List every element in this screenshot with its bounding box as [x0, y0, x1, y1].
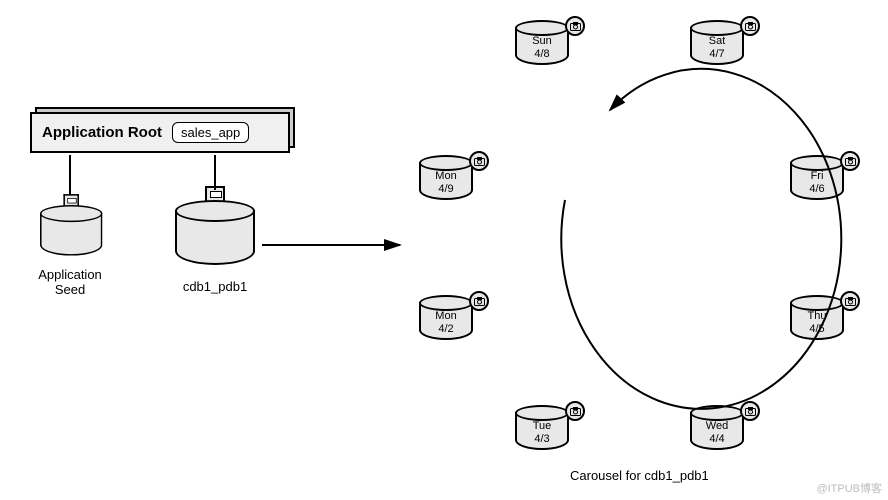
- carousel-arc-arrow: [561, 69, 841, 409]
- watermark-label: @ITPUB博客: [816, 480, 882, 496]
- app-name-badge: sales_app: [172, 122, 249, 143]
- carousel-node-sun: Sun4/8: [515, 20, 569, 68]
- cdb1-pdb1-db-icon: [175, 200, 255, 270]
- application-seed-db-icon: [40, 205, 102, 260]
- carousel-caption: Carousel for cdb1_pdb1: [570, 468, 709, 483]
- diagram-stage: Application Root sales_app Application S…: [0, 0, 888, 500]
- camera-icon: [740, 16, 760, 36]
- arrows-layer: [0, 0, 888, 500]
- camera-icon: [740, 401, 760, 421]
- carousel-node-mon9: Mon4/9: [419, 155, 473, 203]
- carousel-node-wed: Wed4/4: [690, 405, 744, 453]
- camera-icon: [469, 151, 489, 171]
- camera-icon: [840, 151, 860, 171]
- camera-icon: [565, 401, 585, 421]
- camera-icon: [469, 291, 489, 311]
- carousel-node-mon2: Mon4/2: [419, 295, 473, 343]
- camera-icon: [565, 16, 585, 36]
- application-root-label: Application Root: [42, 124, 162, 141]
- application-seed-label: Application Seed: [10, 268, 130, 298]
- carousel-node-tue: Tue4/3: [515, 405, 569, 453]
- camera-icon: [840, 291, 860, 311]
- cdb1-pdb1-label: cdb1_pdb1: [155, 280, 275, 295]
- application-root-box: Application Root sales_app: [30, 112, 290, 153]
- carousel-node-thu: Thu4/5: [790, 295, 844, 343]
- carousel-node-sat: Sat4/7: [690, 20, 744, 68]
- carousel-node-fri: Fri4/6: [790, 155, 844, 203]
